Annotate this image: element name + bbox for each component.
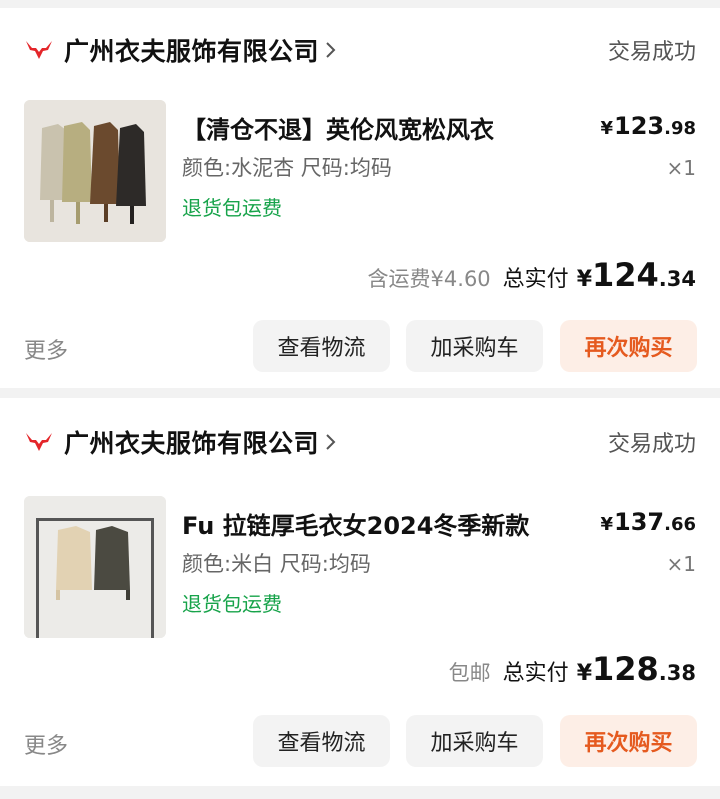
price-symbol: ¥ <box>600 514 613 535</box>
product-spec: 颜色:米白 尺码:均码 <box>182 552 371 576</box>
total-integer: 128 <box>592 650 659 688</box>
total-decimal: .38 <box>658 661 696 685</box>
product-thumbnail[interactable] <box>24 496 166 638</box>
total-label: 总实付 <box>502 267 569 292</box>
product-title[interactable]: 【清仓不退】英伦风宽松风衣 <box>182 110 494 145</box>
chevron-right-icon[interactable] <box>325 41 337 59</box>
more-button[interactable]: 更多 <box>24 728 68 760</box>
buy-again-button[interactable]: 再次购买 <box>560 320 697 372</box>
shop-name[interactable]: 广州衣夫服饰有限公司 <box>64 32 319 68</box>
product-title[interactable]: Fu 拉链厚毛衣女2024冬季新款 <box>182 506 529 541</box>
shop-logo-icon <box>24 39 54 61</box>
total-integer: 124 <box>592 256 659 294</box>
shop-logo-icon <box>24 431 54 453</box>
order-total: 含运费¥4.60 总实付 ¥ 124 .34 <box>368 256 696 294</box>
buy-again-button[interactable]: 再次购买 <box>560 715 697 767</box>
chevron-right-icon[interactable] <box>325 433 337 451</box>
price-integer: 123 <box>614 112 665 140</box>
add-to-cart-button[interactable]: 加采购车 <box>406 320 543 372</box>
return-shipping-tag: 退货包运费 <box>182 196 282 220</box>
order-list: 广州衣夫服饰有限公司 交易成功 【清仓不退】英伦风宽松风衣 颜色:水泥杏 尺码:… <box>0 0 720 799</box>
shop-name[interactable]: 广州衣夫服饰有限公司 <box>64 424 319 460</box>
shipping-note: 含运费¥4.60 <box>367 267 491 291</box>
unit-price: ¥123.98 <box>600 112 696 140</box>
unit-price: ¥137.66 <box>600 508 696 536</box>
shipping-note: 包邮 <box>448 661 491 685</box>
order-status: 交易成功 <box>607 432 696 457</box>
order-card: 广州衣夫服饰有限公司 交易成功 Fu 拉链厚毛衣女2024冬季新款 颜色:米白 … <box>0 398 720 786</box>
total-label: 总实付 <box>502 661 569 686</box>
shop-header[interactable]: 广州衣夫服饰有限公司 交易成功 <box>24 30 696 70</box>
shop-header[interactable]: 广州衣夫服饰有限公司 交易成功 <box>24 422 696 462</box>
more-button[interactable]: 更多 <box>24 333 68 365</box>
total-symbol: ¥ <box>576 661 592 686</box>
add-to-cart-button[interactable]: 加采购车 <box>406 715 543 767</box>
price-symbol: ¥ <box>600 118 613 139</box>
view-logistics-button[interactable]: 查看物流 <box>253 320 390 372</box>
order-card: 广州衣夫服饰有限公司 交易成功 【清仓不退】英伦风宽松风衣 颜色:水泥杏 尺码:… <box>0 8 720 388</box>
price-decimal: .98 <box>664 118 696 139</box>
price-integer: 137 <box>614 508 665 536</box>
return-shipping-tag: 退货包运费 <box>182 592 282 616</box>
quantity: ×1 <box>666 156 696 180</box>
product-thumbnail[interactable] <box>24 100 166 242</box>
view-logistics-button[interactable]: 查看物流 <box>253 715 390 767</box>
total-decimal: .34 <box>658 267 696 291</box>
order-total: 包邮 总实付 ¥ 128 .38 <box>449 650 696 688</box>
product-spec: 颜色:水泥杏 尺码:均码 <box>182 156 392 180</box>
total-symbol: ¥ <box>576 267 592 292</box>
order-status: 交易成功 <box>607 40 696 65</box>
top-gap <box>0 0 720 8</box>
quantity: ×1 <box>666 552 696 576</box>
price-decimal: .66 <box>664 514 696 535</box>
